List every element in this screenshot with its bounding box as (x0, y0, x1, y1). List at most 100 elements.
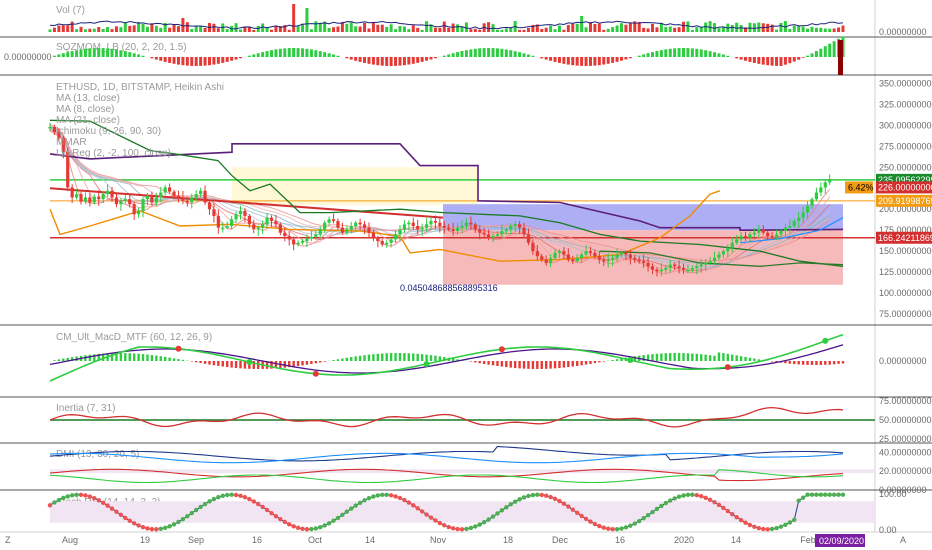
macd-histogram-bar (660, 353, 663, 361)
stoch-dot (805, 492, 810, 497)
stoch-dot (477, 522, 482, 527)
volume-bar (655, 27, 659, 32)
macd-histogram-bar (385, 353, 388, 361)
volume-bar (775, 29, 779, 32)
volume-bar (797, 26, 801, 32)
candle-body (367, 227, 371, 233)
macd-histogram-bar (341, 358, 344, 361)
momentum-bar (323, 52, 327, 57)
momentum-bar (500, 48, 504, 57)
momentum-bar (207, 57, 211, 66)
momentum-bar (327, 53, 331, 57)
candle-body (717, 254, 721, 258)
candle-body (145, 195, 150, 200)
macd-histogram-bar (217, 361, 220, 366)
macd-histogram-bar (398, 353, 402, 361)
momentum-bar (509, 50, 513, 57)
stoch-dot (74, 492, 79, 497)
stoch-dot (774, 525, 779, 531)
candle-body (438, 222, 442, 227)
momentum-bar (442, 55, 446, 57)
candle-body (362, 224, 367, 228)
momentum-bar (797, 57, 801, 60)
momentum-bar (190, 57, 194, 66)
momentum-bar (247, 55, 251, 57)
stoch-dot (756, 526, 762, 531)
momentum-bar (301, 48, 305, 57)
candle-body (522, 227, 526, 235)
stoch-dot (225, 492, 230, 498)
volume-bar (270, 29, 274, 32)
macd-cross-dot (423, 360, 430, 367)
volume-bar (544, 27, 548, 32)
volume-bar (66, 25, 70, 32)
macd-histogram-bar (553, 361, 557, 369)
volume-bar (792, 25, 796, 32)
trading-chart[interactable]: Vol (7)SQZMOM_LB (20, 2, 20, 1.5)CM_Ult_… (0, 0, 932, 550)
volume-bar (252, 29, 256, 32)
candle-body (411, 222, 415, 227)
candle-body (637, 259, 641, 262)
stoch-dot (384, 492, 389, 497)
stoch-dot (499, 508, 505, 513)
stoch-dot (548, 494, 553, 500)
stoch-dot (326, 521, 332, 526)
momentum-bar (309, 49, 313, 57)
volume-bar (132, 25, 136, 32)
macd-histogram-bar (491, 361, 495, 366)
candle-body (199, 190, 203, 195)
volume-bar (748, 22, 752, 32)
stoch-dot (707, 497, 713, 503)
pane-title-inertia: Inertia (7, 31) (56, 403, 115, 414)
volume-bar (611, 27, 615, 32)
momentum-bar (478, 48, 482, 57)
momentum-bar (292, 48, 296, 57)
macd-histogram-bar (407, 353, 411, 361)
momentum-bar (726, 55, 730, 57)
momentum-bar (832, 41, 836, 57)
candle-body (225, 226, 229, 228)
candle-body (482, 232, 486, 235)
auto-scale-toggle: A (900, 535, 906, 545)
candle-body (473, 224, 477, 230)
volume-bar (739, 24, 743, 32)
stoch-dot (419, 509, 425, 514)
macd-histogram-bar (700, 354, 703, 361)
stoch-dot (388, 493, 394, 498)
stoch-dot (180, 516, 186, 522)
volume-bar (199, 26, 203, 32)
macd-histogram-bar (717, 352, 721, 361)
stoch-dot (393, 494, 398, 499)
stoch-dot (145, 526, 150, 531)
momentum-bar (783, 57, 787, 65)
stoch-dot (136, 523, 141, 528)
candle-body (544, 259, 548, 263)
volume-bar (699, 27, 703, 32)
volume-bar (336, 26, 340, 32)
volume-bar (606, 28, 610, 32)
time-axis-tick: 14 (365, 535, 375, 545)
dmi-axis-tick: 20.00000000 (879, 466, 932, 476)
stoch-dot (251, 499, 256, 504)
stoch-dot (349, 506, 354, 511)
volume-bar (779, 22, 783, 32)
time-axis-tick: Sep (188, 535, 204, 545)
stoch-dot (127, 518, 132, 523)
momentum-bar (389, 57, 393, 66)
stoch-dot (198, 504, 203, 510)
candle-body (735, 239, 739, 243)
stoch-dot (681, 493, 686, 498)
stoch-dot (322, 523, 327, 528)
candle-body (451, 229, 455, 232)
volume-bar (363, 22, 367, 32)
macd-histogram-bar (704, 354, 707, 361)
macd-histogram-bar (57, 359, 61, 361)
momentum-bar (752, 57, 756, 63)
price-tag-text: 209.91998769 (878, 196, 932, 206)
momentum-bar (66, 52, 70, 57)
momentum-bar (83, 48, 87, 57)
momentum-bar (814, 51, 818, 57)
momentum-bar (336, 55, 340, 57)
momentum-bar (823, 46, 827, 57)
momentum-bar (314, 50, 318, 57)
